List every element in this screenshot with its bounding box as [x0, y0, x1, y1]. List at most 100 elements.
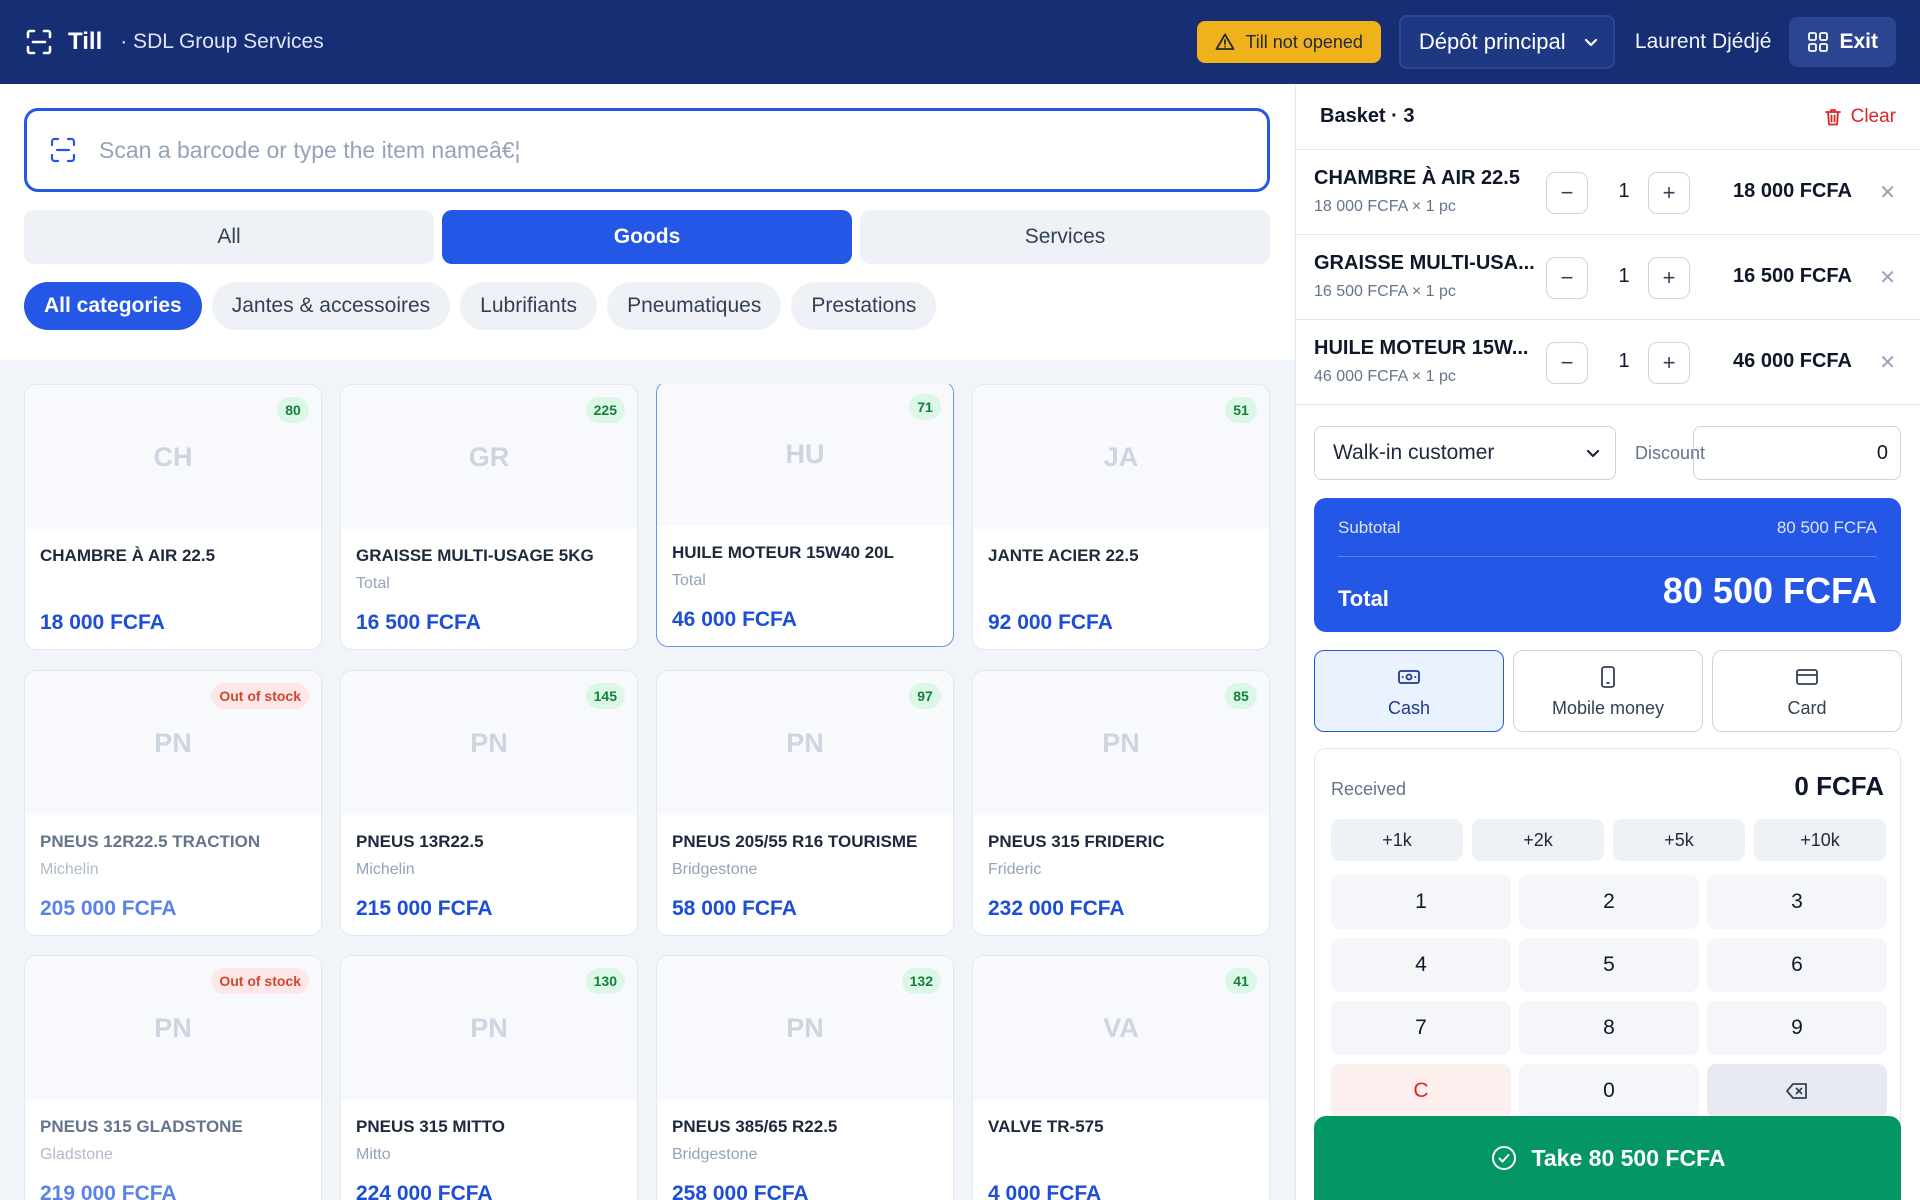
product-card[interactable]: VA 41 VALVE TR-575 4 000 FCFA — [972, 955, 1270, 1200]
increase-qty-button[interactable]: + — [1648, 342, 1690, 384]
out-of-stock-badge: Out of stock — [211, 968, 309, 994]
category-chip-all[interactable]: All categories — [24, 282, 202, 330]
product-price: 219 000 FCFA — [40, 1182, 177, 1200]
grid-icon — [1808, 32, 1829, 52]
key-0[interactable]: 0 — [1519, 1064, 1699, 1118]
product-initials: PN — [470, 1012, 508, 1043]
quick-add-5k-button[interactable]: +5k — [1613, 819, 1745, 861]
product-price: 58 000 FCFA — [672, 897, 797, 920]
trash-icon — [1824, 108, 1841, 125]
key-5[interactable]: 5 — [1519, 938, 1699, 992]
category-chip-pneumatiques[interactable]: Pneumatiques — [607, 282, 782, 330]
discount-input[interactable]: 0 — [1693, 426, 1901, 480]
quick-add-10k-button[interactable]: +10k — [1754, 819, 1886, 861]
quick-add-1k-button[interactable]: +1k — [1331, 819, 1463, 861]
payment-mobile-money-button[interactable]: Mobile money — [1513, 650, 1703, 732]
line-item-name: HUILE MOTEUR 15W... — [1314, 337, 1529, 359]
tab-services[interactable]: Services — [860, 210, 1270, 264]
stock-badge: 80 — [277, 397, 309, 423]
tab-all[interactable]: All — [24, 210, 434, 264]
customer-value: Walk-in customer — [1333, 441, 1495, 464]
line-item-unit-price: 46 000 FCFA × 1 pc — [1314, 368, 1456, 385]
product-card[interactable]: PN Out of stock PNEUS 315 GLADSTONE Glads… — [24, 955, 322, 1200]
quick-add-2k-button[interactable]: +2k — [1472, 819, 1604, 861]
tab-goods[interactable]: Goods — [442, 210, 852, 264]
key-6[interactable]: 6 — [1707, 938, 1887, 992]
product-card[interactable]: GR 225 GRAISSE MULTI-USAGE 5KG Total 16 5… — [340, 384, 638, 650]
increase-qty-button[interactable]: + — [1648, 257, 1690, 299]
key-7[interactable]: 7 — [1331, 1001, 1511, 1055]
payment-card-button[interactable]: Card — [1712, 650, 1902, 732]
location-value: Dépôt principal — [1418, 29, 1566, 54]
till-status-badge[interactable]: Till not opened — [1197, 21, 1381, 63]
line-total: 46 000 FCFA — [1733, 350, 1852, 372]
key-clear[interactable]: C — [1331, 1064, 1511, 1118]
stock-badge: 85 — [1225, 683, 1257, 709]
user-name[interactable]: Laurent Djédjé — [1635, 30, 1772, 54]
product-card[interactable]: CH 80 CHAMBRE À AIR 22.5 18 000 FCFA — [24, 384, 322, 650]
line-qty: 1 — [1618, 265, 1630, 287]
product-name: PNEUS 385/65 R22.5 — [672, 1117, 838, 1136]
product-card[interactable]: PN 130 PNEUS 315 MITTO Mitto 224 000 FCFA — [340, 955, 638, 1200]
product-card[interactable]: JA 51 JANTE ACIER 22.5 92 000 FCFA — [972, 384, 1270, 650]
location-select[interactable]: Dépôt principal — [1398, 15, 1615, 69]
exit-button[interactable]: Exit — [1789, 17, 1896, 67]
stock-badge: 71 — [909, 394, 941, 420]
product-thumbnail: CH 80 — [25, 385, 321, 529]
payment-label: Mobile money — [1551, 697, 1665, 718]
category-chip-lubrifiants[interactable]: Lubrifiants — [460, 282, 598, 330]
organization-name: · SDL Group Services — [120, 30, 324, 53]
product-initials: JA — [1103, 441, 1139, 472]
product-price: 16 500 FCFA — [356, 611, 481, 634]
product-name: PNEUS 13R22.5 — [356, 832, 484, 851]
product-card[interactable]: PN Out of stock PNEUS 12R22.5 TRACTION Mi… — [24, 670, 322, 936]
stock-badge: 145 — [585, 683, 625, 709]
received-value: 0 FCFA — [1794, 771, 1884, 801]
brand: Till · SDL Group Services — [24, 27, 324, 57]
product-thumbnail: HU 71 — [657, 384, 953, 526]
product-card[interactable]: PN 132 PNEUS 385/65 R22.5 Bridgestone 258… — [656, 955, 954, 1200]
catalog-controls: Scan a barcode or type the item nameâ€¦ … — [0, 84, 1295, 360]
total-label: Total — [1338, 586, 1389, 611]
product-name: PNEUS 315 MITTO — [356, 1117, 505, 1136]
product-price: 4 000 FCFA — [988, 1182, 1102, 1200]
product-card-selected[interactable]: HU 71 HUILE MOTEUR 15W40 20L Total 46 000… — [656, 384, 954, 647]
key-8[interactable]: 8 — [1519, 1001, 1699, 1055]
product-initials: PN — [786, 1012, 824, 1043]
product-card[interactable]: PN 145 PNEUS 13R22.5 Michelin 215 000 FCF… — [340, 670, 638, 936]
product-price: 92 000 FCFA — [988, 611, 1113, 634]
decrease-qty-button[interactable]: − — [1546, 257, 1588, 299]
key-4[interactable]: 4 — [1331, 938, 1511, 992]
product-name: PNEUS 12R22.5 TRACTION — [40, 832, 261, 851]
clear-basket-button[interactable]: Clear — [1823, 106, 1896, 128]
product-brand: Bridgestone — [672, 861, 758, 878]
line-qty: 1 — [1618, 180, 1630, 202]
product-grid: CH 80 CHAMBRE À AIR 22.5 18 000 FCFA GR 22… — [24, 384, 1270, 1200]
key-3[interactable]: 3 — [1707, 875, 1887, 929]
customer-select[interactable]: Walk-in customer — [1314, 426, 1616, 480]
product-card[interactable]: PN 97 PNEUS 205/55 R16 TOURISME Bridgesto… — [656, 670, 954, 936]
key-9[interactable]: 9 — [1707, 1001, 1887, 1055]
key-backspace[interactable] — [1707, 1064, 1887, 1118]
increase-qty-button[interactable]: + — [1648, 172, 1690, 214]
product-thumbnail: PN Out of stock — [25, 671, 321, 815]
remove-line-icon[interactable]: ✕ — [1879, 265, 1896, 290]
category-chip-jantes[interactable]: Jantes & accessoires — [211, 282, 451, 330]
product-card[interactable]: PN 85 PNEUS 315 FRIDERIC Frideric 232 000… — [972, 670, 1270, 936]
payment-label: Card — [1787, 697, 1827, 718]
take-payment-button[interactable]: Take 80 500 FCFA — [1314, 1116, 1901, 1200]
product-name: HUILE MOTEUR 15W40 20L — [672, 543, 894, 562]
product-price: 46 000 FCFA — [672, 608, 797, 631]
key-1[interactable]: 1 — [1331, 875, 1511, 929]
exit-label: Exit — [1839, 30, 1878, 53]
category-chip-prestations[interactable]: Prestations — [791, 282, 937, 330]
product-name: PNEUS 205/55 R16 TOURISME — [672, 832, 918, 851]
remove-line-icon[interactable]: ✕ — [1879, 180, 1896, 205]
remove-line-icon[interactable]: ✕ — [1879, 350, 1896, 375]
decrease-qty-button[interactable]: − — [1546, 172, 1588, 214]
product-brand: Michelin — [356, 861, 415, 878]
search-input[interactable]: Scan a barcode or type the item nameâ€¦ — [24, 108, 1270, 192]
payment-cash-button[interactable]: Cash — [1314, 650, 1504, 732]
decrease-qty-button[interactable]: − — [1546, 342, 1588, 384]
key-2[interactable]: 2 — [1519, 875, 1699, 929]
